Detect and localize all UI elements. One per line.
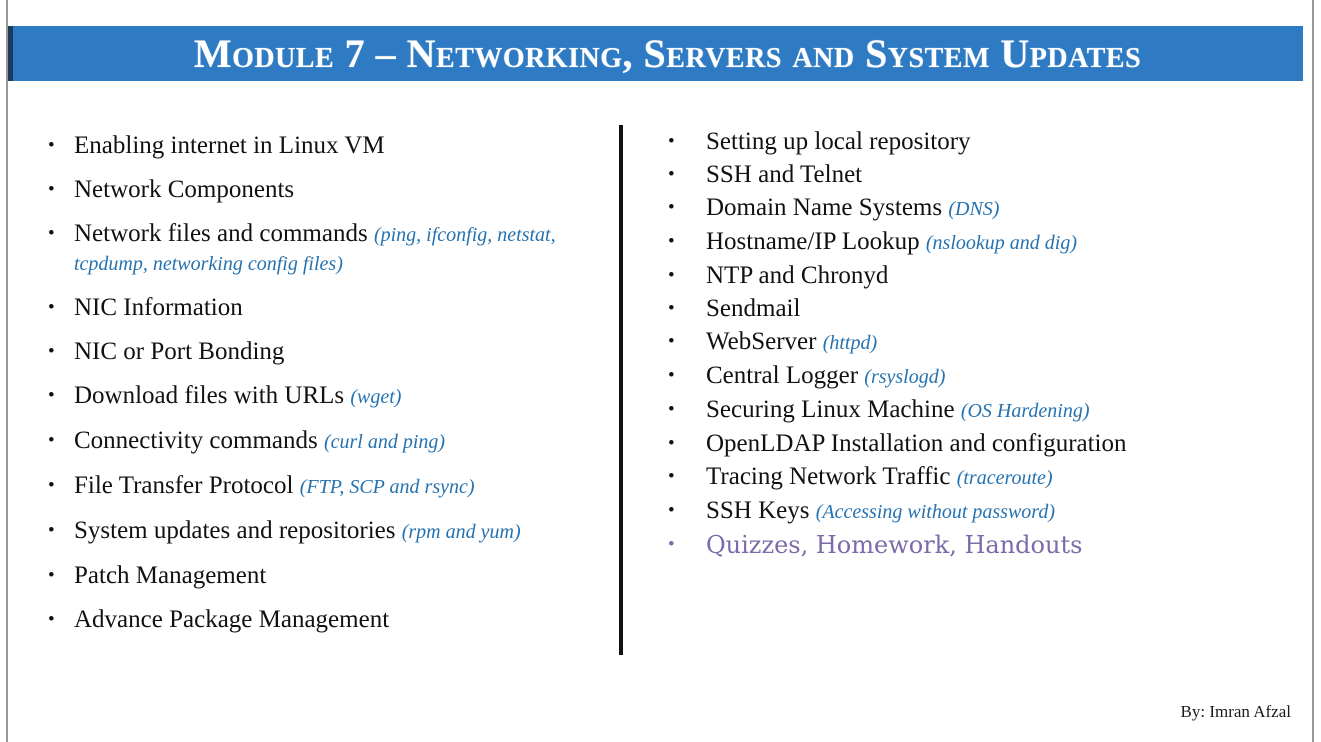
column-divider — [619, 125, 623, 655]
bullet-icon: • — [48, 179, 55, 200]
list-item: • System updates and repositories (rpm an… — [48, 517, 613, 546]
bullet-icon: • — [668, 298, 675, 319]
list-item: • Quizzes, Homework, Handouts — [668, 531, 1288, 559]
list-item: • Domain Name Systems (DNS) — [668, 194, 1288, 223]
list-item-label: SSH and Telnet — [706, 161, 863, 188]
right-topic-list: • Setting up local repository • SSH and Tel… — [668, 128, 1288, 564]
bullet-icon: • — [48, 385, 55, 406]
bullet-icon: • — [668, 466, 675, 487]
author-credit: By: Imran Afzal — [1180, 702, 1291, 721]
list-item-label: Network files and commands (ping, ifconf… — [74, 220, 556, 275]
bullet-icon: • — [668, 131, 675, 152]
list-item-label: Connectivity commands (curl and ping) — [74, 427, 446, 454]
slide-left-border — [6, 0, 8, 742]
list-item-note: (DNS) — [948, 198, 1000, 220]
list-item-label: NIC or Port Bonding — [74, 338, 285, 365]
list-item: • NIC or Port Bonding — [48, 338, 613, 366]
bullet-icon: • — [668, 231, 675, 252]
list-item: • Network files and commands (ping, ifcon… — [48, 220, 613, 278]
list-item: • WebServer (httpd) — [668, 328, 1288, 357]
list-item-label: Securing Linux Machine (OS Hardening) — [706, 396, 1090, 423]
list-item-label: Tracing Network Traffic (traceroute) — [706, 463, 1053, 490]
title-banner-accent-bar — [8, 26, 13, 81]
list-item-label: NTP and Chronyd — [706, 262, 889, 289]
list-item: • Patch Management — [48, 562, 613, 590]
list-item-label: NIC Information — [74, 294, 243, 321]
bullet-icon: • — [668, 399, 675, 420]
list-item-label: Network Components — [74, 176, 295, 203]
bullet-icon: • — [668, 365, 675, 386]
bullet-icon: • — [48, 297, 55, 318]
list-item-label: Enabling internet in Linux VM — [74, 132, 385, 159]
page-title: Module 7 – Networking, Servers and Syste… — [193, 31, 1142, 76]
list-item: • Central Logger (rsyslogd) — [668, 362, 1288, 391]
list-item-note: (curl and ping) — [323, 431, 446, 453]
list-item-note: (nslookup and dig) — [925, 232, 1077, 254]
list-item: • OpenLDAP Installation and configuration — [668, 430, 1288, 458]
bullet-icon: • — [48, 135, 55, 156]
list-item-label: Sendmail — [706, 295, 801, 322]
bullet-icon: • — [48, 609, 55, 630]
list-item-label: SSH Keys (Accessing without password) — [706, 497, 1055, 524]
left-topic-list: • Enabling internet in Linux VM • Network C… — [48, 132, 613, 650]
bullet-icon: • — [48, 223, 55, 244]
bullet-icon: • — [668, 164, 675, 185]
bullet-icon: • — [48, 565, 55, 586]
bullet-icon: • — [668, 197, 675, 218]
list-item: • SSH and Telnet — [668, 161, 1288, 189]
list-item-note: (wget) — [350, 386, 402, 408]
list-item-label: Setting up local repository — [706, 128, 971, 155]
bullet-icon: • — [668, 265, 675, 286]
list-item: • Connectivity commands (curl and ping) — [48, 427, 613, 456]
list-item: • Sendmail — [668, 295, 1288, 323]
list-item-note: (FTP, SCP and rsync) — [299, 476, 475, 498]
list-item-note: (httpd) — [822, 332, 878, 354]
list-item-label: Download files with URLs (wget) — [74, 382, 402, 409]
list-item: • Hostname/IP Lookup (nslookup and dig) — [668, 228, 1288, 257]
list-item-label: Advance Package Management — [74, 606, 390, 633]
list-item-label: Quizzes, Homework, Handouts — [706, 531, 1083, 559]
slide-canvas: Module 7 – Networking, Servers and Syste… — [0, 0, 1321, 742]
bullet-icon: • — [48, 341, 55, 362]
list-item: • SSH Keys (Accessing without password) — [668, 497, 1288, 526]
list-item-label: System updates and repositories (rpm and… — [74, 517, 521, 544]
bullet-icon: • — [48, 430, 55, 451]
list-item: • Securing Linux Machine (OS Hardening) — [668, 396, 1288, 425]
bullet-icon: • — [668, 331, 675, 352]
slide-right-border — [1312, 0, 1314, 742]
list-item-note: (traceroute) — [956, 467, 1053, 489]
list-item: • Network Components — [48, 176, 613, 204]
list-item: • Download files with URLs (wget) — [48, 382, 613, 411]
list-item: • NIC Information — [48, 294, 613, 322]
list-item: • NTP and Chronyd — [668, 262, 1288, 290]
bullet-icon: • — [48, 520, 55, 541]
list-item: • Advance Package Management — [48, 606, 613, 634]
list-item-note: (rsyslogd) — [864, 366, 946, 388]
list-item-label: Central Logger (rsyslogd) — [706, 362, 946, 389]
list-item-note: (Accessing without password) — [815, 501, 1055, 523]
list-item: • Enabling internet in Linux VM — [48, 132, 613, 160]
bullet-icon: • — [668, 500, 675, 521]
list-item-label: Hostname/IP Lookup (nslookup and dig) — [706, 228, 1077, 255]
list-item-label: File Transfer Protocol (FTP, SCP and rsy… — [74, 472, 475, 499]
bullet-icon: • — [668, 534, 675, 555]
list-item-label: OpenLDAP Installation and configuration — [706, 430, 1127, 457]
bullet-icon: • — [48, 475, 55, 496]
list-item: • File Transfer Protocol (FTP, SCP and rs… — [48, 472, 613, 501]
bullet-icon: • — [668, 433, 675, 454]
list-item-label: Domain Name Systems (DNS) — [706, 194, 1000, 221]
list-item: • Tracing Network Traffic (traceroute) — [668, 463, 1288, 492]
list-item-note: (rpm and yum) — [401, 521, 521, 543]
list-item: • Setting up local repository — [668, 128, 1288, 156]
list-item-note: (ping, ifconfig, netstat, tcpdump, netwo… — [74, 224, 556, 275]
list-item-label: WebServer (httpd) — [706, 328, 878, 355]
list-item-note: (OS Hardening) — [960, 400, 1090, 422]
list-item-label: Patch Management — [74, 562, 267, 589]
